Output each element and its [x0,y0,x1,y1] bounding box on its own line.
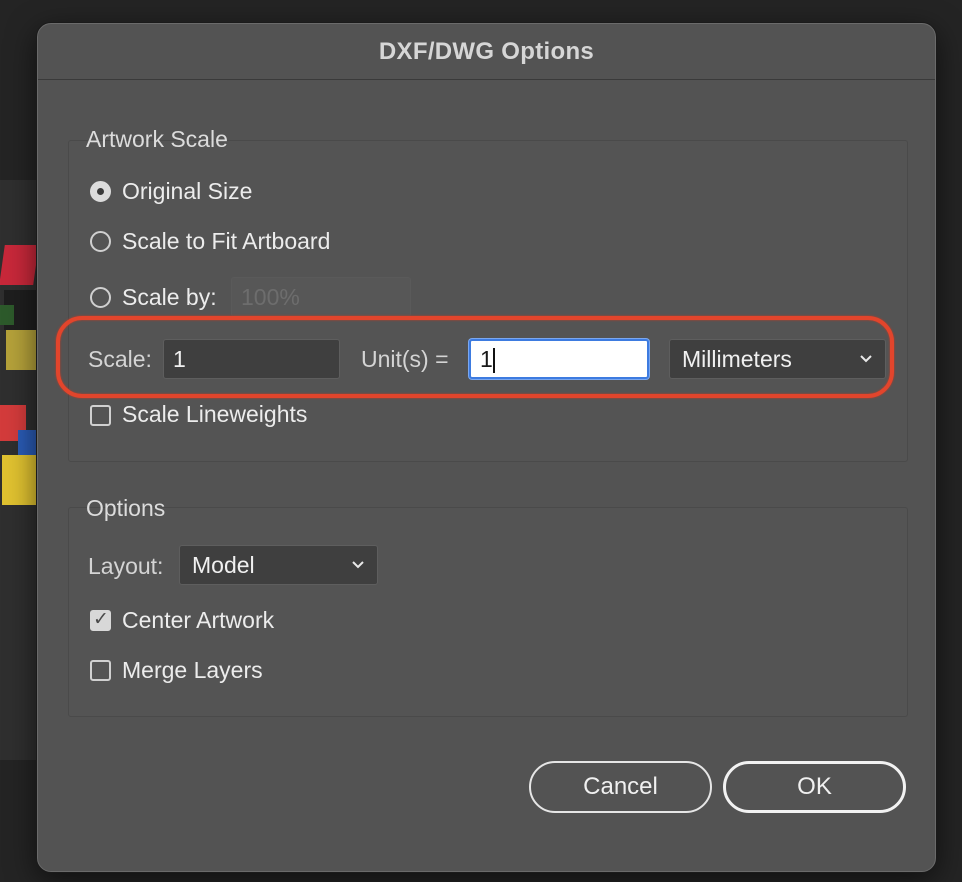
background-artwork-thumbnail [0,235,40,375]
dxf-dwg-options-dialog: DXF/DWG Options Artwork Scale Original S… [37,23,936,872]
cancel-button[interactable]: Cancel [529,761,712,813]
artwork-scale-group-title: Artwork Scale [86,126,228,152]
scale-by-label[interactable]: Scale by: [122,284,217,311]
dialog-title: DXF/DWG Options [378,37,595,65]
layout-select[interactable]: Model [179,545,378,585]
scale-lineweights-label[interactable]: Scale Lineweights [122,401,307,428]
scale-lineweights-checkbox[interactable] [90,405,111,426]
merge-layers-checkbox[interactable] [90,660,111,681]
original-size-label[interactable]: Original Size [122,178,252,205]
scale-by-input[interactable]: 100% [231,277,411,317]
layout-select-value: Model [192,552,255,578]
center-artwork-label[interactable]: Center Artwork [122,607,274,634]
scale-to-fit-artboard-label[interactable]: Scale to Fit Artboard [122,228,330,255]
annotation-highlight-outline [56,316,894,398]
options-group-title: Options [86,495,166,521]
background-artwork-thumbnail-2 [0,400,40,510]
original-size-radio[interactable] [90,181,111,202]
dialog-titlebar[interactable]: DXF/DWG Options [38,24,935,80]
chevron-down-icon [352,561,364,569]
scale-to-fit-artboard-radio[interactable] [90,231,111,252]
center-artwork-checkbox[interactable]: ✓ [90,609,111,631]
ok-button[interactable]: OK [723,761,906,813]
checkmark-icon: ✓ [93,609,109,630]
scale-by-radio[interactable] [90,287,111,308]
layout-label: Layout: [88,553,164,579]
merge-layers-label[interactable]: Merge Layers [122,657,263,684]
